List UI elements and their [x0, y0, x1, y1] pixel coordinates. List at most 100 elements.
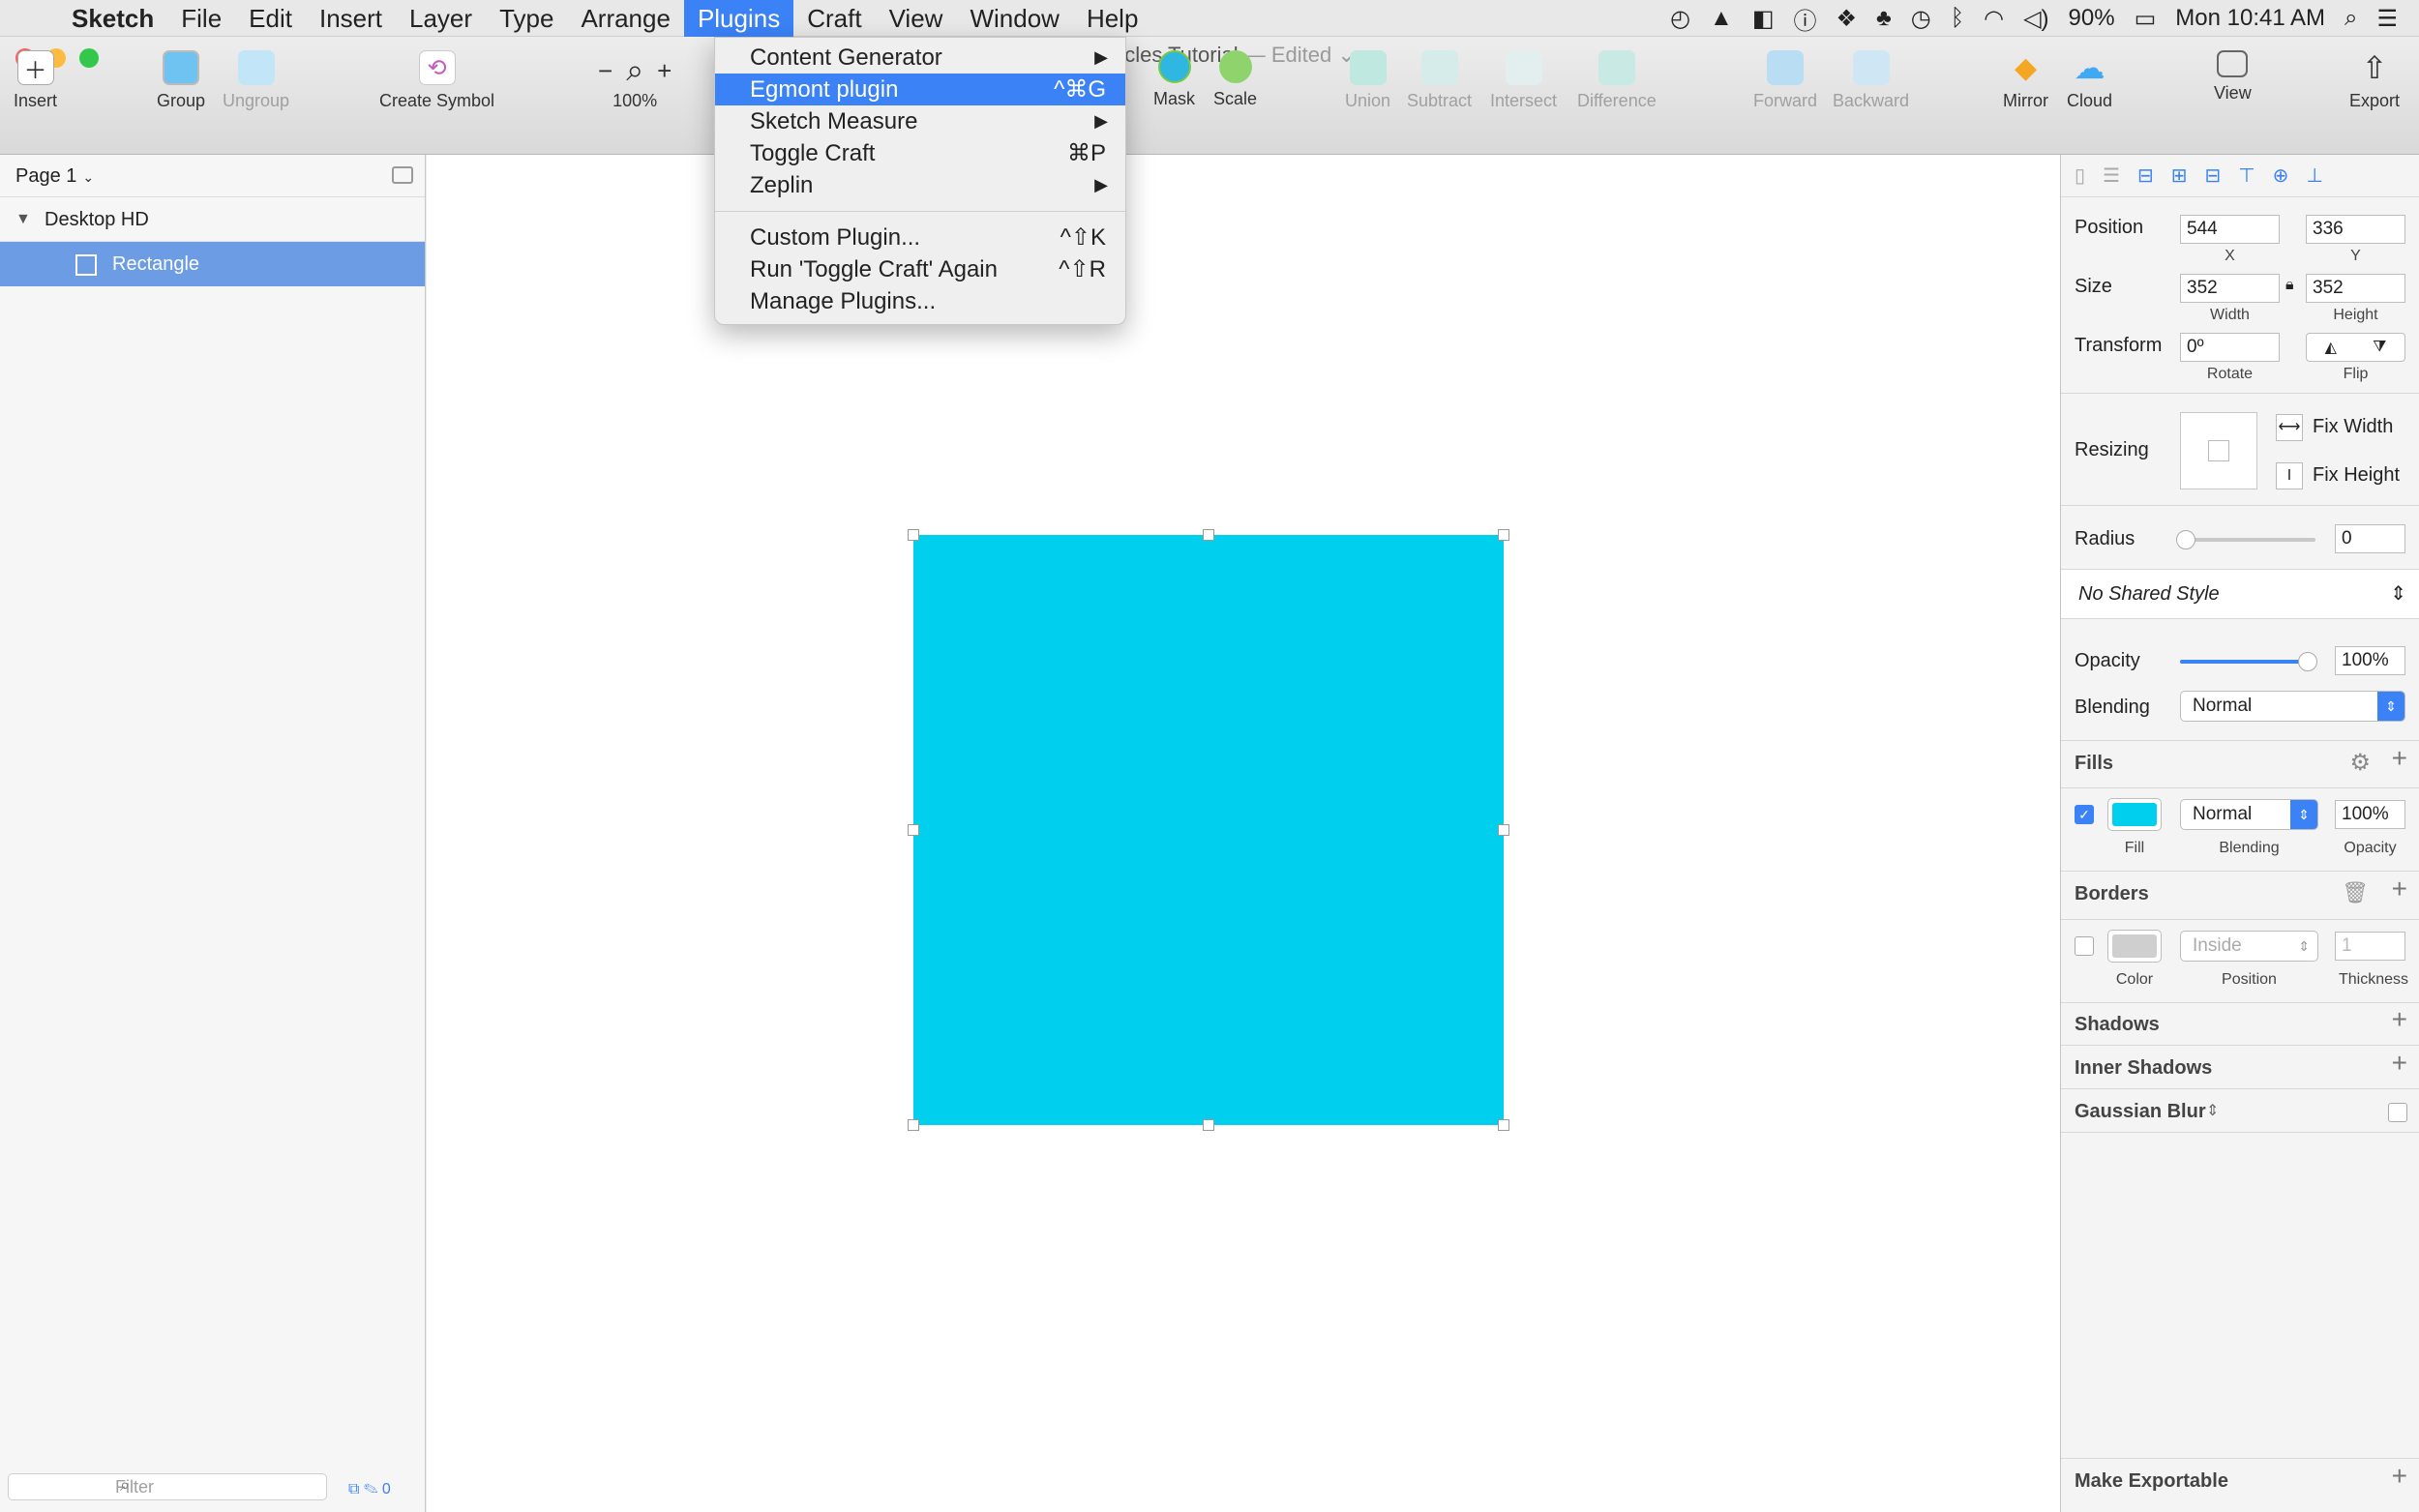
menu-help[interactable]: Help [1073, 0, 1151, 37]
x-input[interactable]: 544 [2180, 215, 2280, 244]
align-top-icon[interactable]: ⊤ [2238, 163, 2255, 188]
menu-item-content-generator[interactable]: Content Generator ▶ [715, 42, 1125, 74]
resize-handle-top-right[interactable] [1498, 529, 1509, 541]
align-center-icon[interactable]: ⊞ [2171, 163, 2188, 188]
dropbox-icon[interactable]: ❖ [1837, 5, 1858, 33]
timer-icon[interactable]: ◴ [1670, 5, 1690, 33]
mask-button[interactable]: Mask [1153, 50, 1195, 109]
group-button[interactable]: Group [157, 50, 205, 111]
fill-opacity-input[interactable]: 100% [2335, 800, 2405, 829]
menu-view[interactable]: View [876, 0, 957, 37]
flip-vertical-icon[interactable]: ⧩ [2373, 339, 2386, 356]
add-export-button[interactable]: + [2392, 1461, 2407, 1492]
forward-button[interactable]: Forward [1753, 50, 1817, 111]
disclosure-triangle-icon[interactable]: ▼ [15, 197, 31, 242]
flip-horizontal-icon[interactable]: ◭ [2325, 338, 2337, 357]
gaussian-blur-checkbox[interactable] [2388, 1103, 2407, 1122]
gear-icon[interactable]: ⚙ [2349, 749, 2371, 777]
make-exportable-heading[interactable]: Make Exportable [2075, 1470, 2228, 1493]
blending-select[interactable]: Normal ⇕ [2180, 691, 2405, 722]
union-button[interactable]: Union [1345, 50, 1390, 111]
resize-handle-left[interactable] [908, 824, 919, 836]
view-button[interactable]: View [2214, 50, 2252, 104]
filter-indicator[interactable]: ⧉ ✎ 0 [348, 1481, 391, 1498]
spotlight-search-icon[interactable]: ⌕ [2344, 5, 2357, 32]
menu-item-toggle-craft[interactable]: Toggle Craft ⌘P [715, 137, 1125, 169]
insert-button[interactable]: ＋ Insert [14, 50, 57, 111]
fix-height-icon[interactable]: I [2276, 462, 2303, 489]
updown-chevron-icon[interactable]: ⇕ [2206, 1101, 2219, 1120]
onepassword-icon[interactable]: ⓘ [1794, 2, 1817, 36]
rectangle-shape[interactable] [913, 535, 1504, 1125]
resize-handle-bottom[interactable] [1203, 1119, 1214, 1131]
zoom-out-button[interactable]: − [598, 56, 612, 86]
notification-center-icon[interactable]: ☰ [2376, 5, 2398, 33]
layer-rectangle[interactable]: Rectangle [0, 242, 425, 286]
distribute-vertical-icon[interactable]: ☰ [2103, 163, 2120, 188]
layer-filter-input[interactable]: ⌕ Filter [8, 1473, 327, 1500]
menu-app-sketch[interactable]: Sketch [58, 0, 167, 37]
resizing-widget[interactable] [2180, 412, 2257, 489]
trash-icon[interactable]: 🗑︎ [2342, 880, 2369, 905]
height-input[interactable]: 352 [2306, 274, 2405, 303]
menu-item-manage-plugins[interactable]: Manage Plugins... [715, 285, 1125, 317]
difference-button[interactable]: Difference [1577, 50, 1657, 111]
border-color-well[interactable] [2107, 930, 2162, 963]
align-bottom-icon[interactable]: ⊥ [2306, 163, 2322, 188]
rotate-input[interactable]: 0º [2180, 333, 2280, 362]
google-drive-icon[interactable]: ▲ [1710, 5, 1733, 32]
battery-icon[interactable]: ▭ [2135, 5, 2157, 33]
align-middle-icon[interactable]: ⊕ [2273, 163, 2289, 188]
resize-handle-right[interactable] [1498, 824, 1509, 836]
menu-item-egmont-plugin[interactable]: Egmont plugin ^⌘G [715, 74, 1125, 105]
menu-file[interactable]: File [167, 0, 235, 37]
add-inner-shadow-button[interactable]: + [2392, 1048, 2407, 1079]
fix-height-label[interactable]: Fix Height [2313, 464, 2400, 487]
border-thickness-input[interactable]: 1 [2335, 932, 2405, 961]
craft-icon[interactable]: ◧ [1752, 5, 1775, 33]
menu-craft[interactable]: Craft [793, 0, 875, 37]
bluetooth-icon[interactable]: ᛒ [1951, 5, 1964, 32]
resize-handle-bottom-left[interactable] [908, 1119, 919, 1131]
clock[interactable]: Mon 10:41 AM [2175, 5, 2325, 32]
width-input[interactable]: 352 [2180, 274, 2280, 303]
time-machine-icon[interactable]: ◷ [1911, 5, 1931, 33]
menu-item-zeplin[interactable]: Zeplin ▶ [715, 169, 1125, 201]
page-selector[interactable]: Page 1 ⌄ [0, 155, 425, 197]
opacity-input[interactable]: 100% [2335, 646, 2405, 675]
pages-toggle-icon[interactable] [392, 166, 413, 184]
mirror-button[interactable]: ◆ Mirror [2003, 50, 2048, 111]
fill-enabled-checkbox[interactable]: ✓ [2075, 805, 2094, 824]
resize-handle-bottom-right[interactable] [1498, 1119, 1509, 1131]
gaussian-blur-heading[interactable]: Gaussian Blur [2075, 1101, 2206, 1123]
menu-arrange[interactable]: Arrange [567, 0, 684, 37]
lock-icon[interactable]: 🔒︎ [2285, 277, 2294, 294]
align-right-icon[interactable]: ⊟ [2204, 163, 2221, 188]
border-position-select[interactable]: Inside ⇕ [2180, 931, 2318, 962]
radius-slider-knob[interactable] [2176, 530, 2195, 549]
add-border-button[interactable]: + [2392, 874, 2407, 904]
zoom-in-button[interactable]: + [657, 56, 672, 86]
wifi-icon[interactable]: ◠ [1984, 5, 2004, 33]
radius-slider[interactable] [2176, 530, 2315, 549]
align-left-icon[interactable]: ⊟ [2137, 163, 2154, 188]
add-shadow-button[interactable]: + [2392, 1004, 2407, 1035]
canvas[interactable] [427, 155, 2060, 1512]
volume-icon[interactable]: ◁) [2023, 5, 2048, 33]
subtract-button[interactable]: Subtract [1407, 50, 1472, 111]
fix-width-label[interactable]: Fix Width [2313, 416, 2393, 438]
menu-edit[interactable]: Edit [235, 0, 306, 37]
fill-blending-select[interactable]: Normal ⇕ [2180, 799, 2318, 830]
opacity-slider-knob[interactable] [2298, 652, 2317, 671]
ungroup-button[interactable]: Ungroup [223, 50, 289, 111]
create-symbol-button[interactable]: ⟲ Create Symbol [379, 50, 494, 111]
menu-plugins[interactable]: Plugins [683, 0, 794, 37]
scale-button[interactable]: Scale [1213, 50, 1257, 109]
export-button[interactable]: ⇧ Export [2349, 50, 2400, 111]
evernote-icon[interactable]: ♣ [1876, 5, 1892, 32]
menu-window[interactable]: Window [956, 0, 1072, 37]
fill-color-well[interactable] [2107, 798, 2162, 831]
menu-item-sketch-measure[interactable]: Sketch Measure ▶ [715, 105, 1125, 137]
menu-type[interactable]: Type [486, 0, 567, 37]
fix-width-icon[interactable]: ⟷ [2276, 414, 2303, 441]
